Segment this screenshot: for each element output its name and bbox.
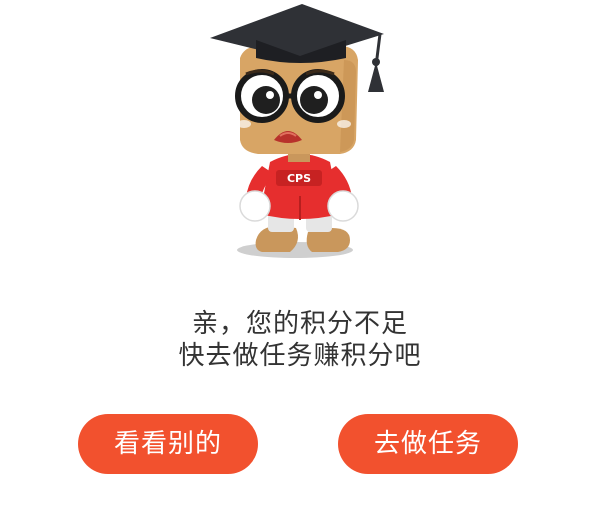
do-task-button[interactable]: 去做任务: [338, 414, 518, 474]
browse-other-button[interactable]: 看看别的: [78, 414, 258, 474]
message-line-2: 快去做任务赚积分吧: [178, 341, 422, 371]
graduate-mascot-icon: CPS: [200, 0, 400, 262]
message-line-1: 亲，您的积分不足: [191, 309, 408, 339]
mascot-shirt-text: CPS: [287, 172, 311, 185]
